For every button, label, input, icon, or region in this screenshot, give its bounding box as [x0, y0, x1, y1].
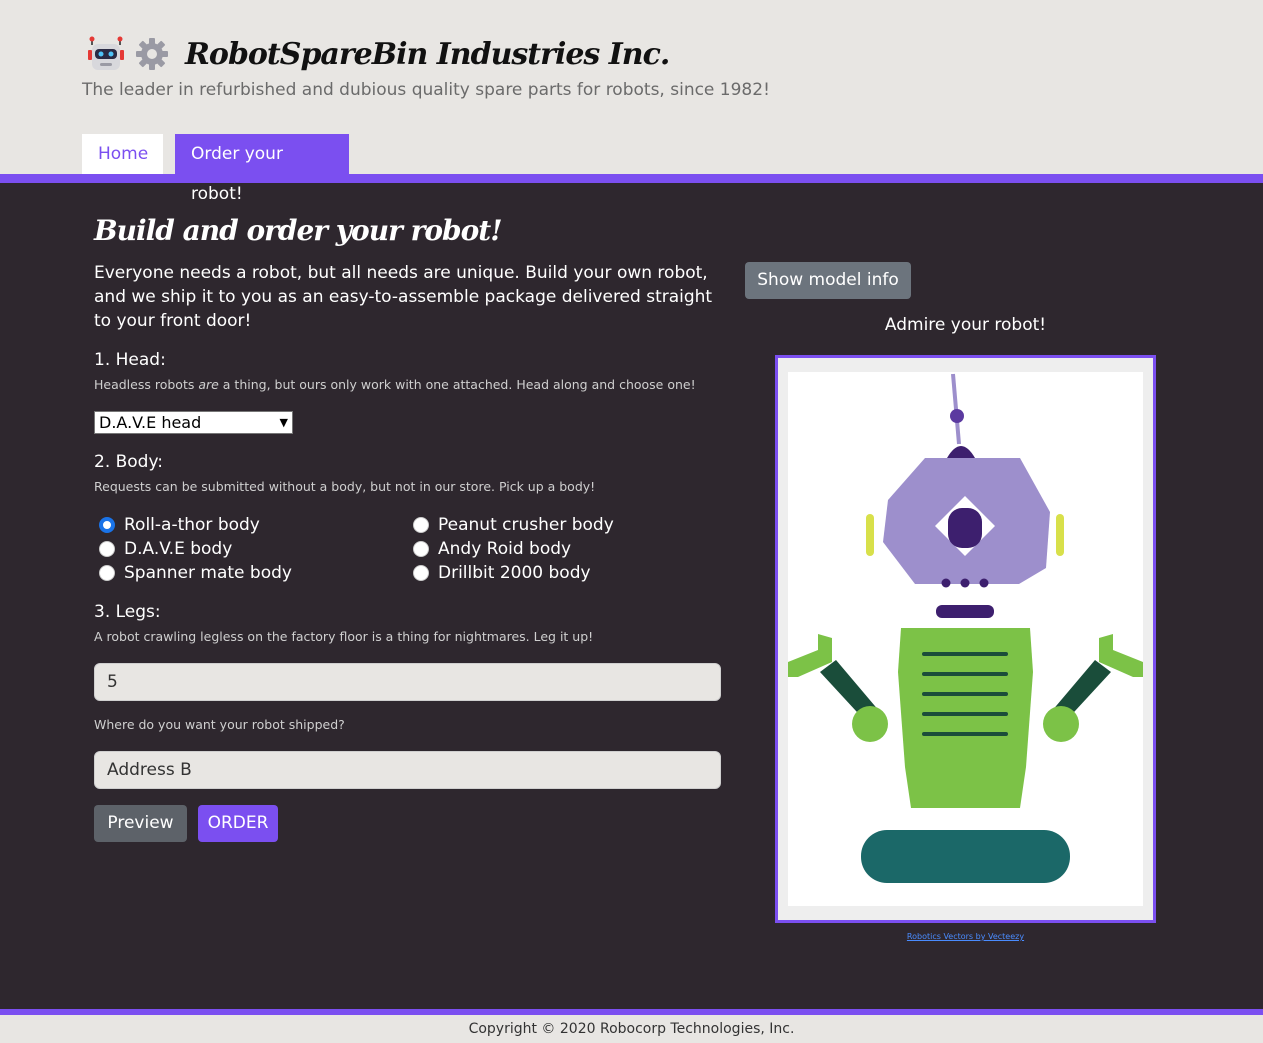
image-credit-link[interactable]: Robotics Vectors by Vecteezy — [775, 932, 1156, 941]
site-header: RobotSpareBin Industries Inc. The leader… — [0, 0, 1263, 204]
tab-home[interactable]: Home — [82, 134, 163, 174]
body-option-label: Peanut crusher body — [438, 515, 614, 535]
robot-emoji-icon — [88, 36, 124, 70]
body-option-label: Spanner mate body — [124, 563, 292, 583]
footer-copyright: Copyright © 2020 Robocorp Technologies, … — [0, 1015, 1263, 1043]
radio-unchecked-icon[interactable] — [99, 541, 115, 557]
body-option-andy-roid[interactable]: Andy Roid body — [413, 537, 571, 561]
preview-button[interactable]: Preview — [94, 805, 187, 842]
body-option-label: Drillbit 2000 body — [438, 563, 591, 583]
radio-unchecked-icon[interactable] — [413, 517, 429, 533]
head-select[interactable]: D.A.V.E head ▼ — [94, 411, 293, 434]
tab-order-robot[interactable]: Order your robot! — [175, 134, 349, 204]
gear-icon — [136, 38, 168, 70]
show-model-info-button[interactable]: Show model info — [745, 262, 911, 299]
robot-preview-frame — [775, 355, 1156, 923]
head-select-value: D.A.V.E head — [99, 413, 202, 432]
body-option-dave[interactable]: D.A.V.E body — [99, 537, 232, 561]
preview-heading: Admire your robot! — [884, 315, 1047, 335]
site-title: RobotSpareBin Industries Inc. — [87, 32, 670, 76]
intro-text: Everyone needs a robot, but all needs ar… — [94, 263, 713, 331]
body-option-label: Andy Roid body — [438, 539, 572, 559]
body-option-peanut-crusher[interactable]: Peanut crusher body — [413, 513, 614, 537]
radio-unchecked-icon[interactable] — [413, 541, 429, 557]
chevron-down-icon: ▼ — [279, 416, 288, 429]
head-hint: Headless robots are a thing, but ours on… — [94, 377, 696, 392]
body-label: 2. Body: — [94, 452, 164, 472]
legs-input[interactable]: 5 — [94, 663, 721, 701]
header-divider — [0, 174, 1263, 183]
page-title: Build and order your robot! — [94, 214, 502, 247]
legs-label: 3. Legs: — [94, 602, 161, 622]
body-option-roll-a-thor[interactable]: Roll-a-thor body — [99, 513, 260, 537]
body-option-drillbit-2000[interactable]: Drillbit 2000 body — [413, 561, 591, 585]
robot-preview-image — [788, 372, 1143, 906]
body-hint: Requests can be submitted without a body… — [94, 479, 596, 494]
radio-unchecked-icon[interactable] — [413, 565, 429, 581]
order-button[interactable]: ORDER — [198, 805, 278, 842]
site-tagline: The leader in refurbished and dubious qu… — [82, 80, 770, 100]
head-hint-emphasis: are — [198, 377, 219, 392]
head-label: 1. Head: — [94, 350, 166, 370]
body-option-spanner-mate[interactable]: Spanner mate body — [99, 561, 292, 585]
head-hint-post: a thing, but ours only work with one att… — [218, 377, 696, 392]
body-option-label: Roll-a-thor body — [124, 515, 260, 535]
body-option-label: D.A.V.E body — [124, 539, 233, 559]
head-hint-pre: Headless robots — [94, 377, 199, 392]
legs-hint: A robot crawling legless on the factory … — [94, 629, 594, 644]
site-title-text: RobotSpareBin Industries Inc. — [185, 36, 670, 72]
address-input[interactable]: Address B — [94, 751, 721, 789]
radio-unchecked-icon[interactable] — [99, 565, 115, 581]
radio-checked-icon[interactable] — [99, 517, 115, 533]
address-hint: Where do you want your robot shipped? — [94, 717, 345, 732]
